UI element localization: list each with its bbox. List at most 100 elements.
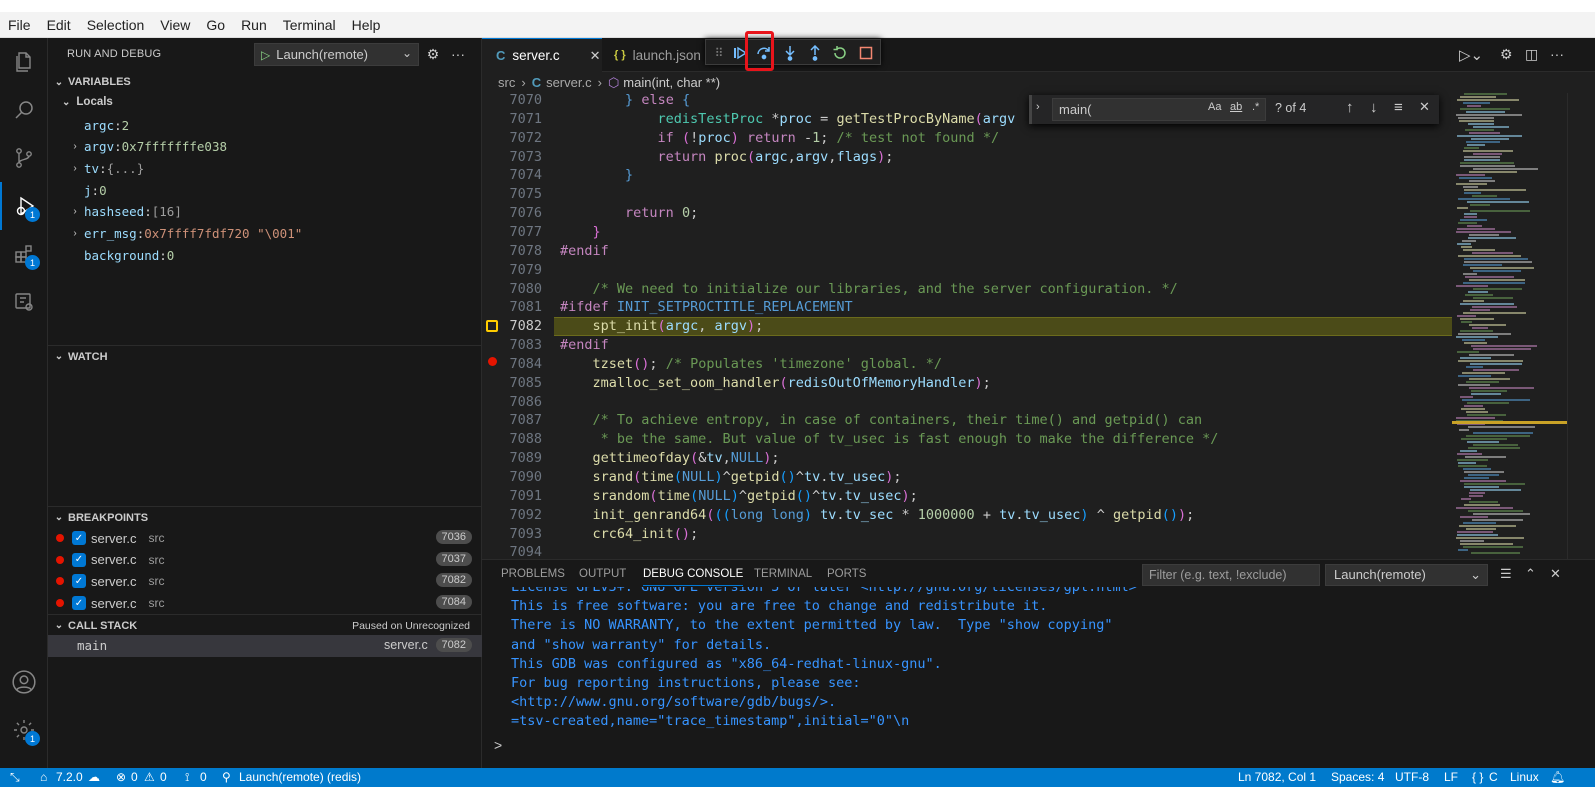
editor-scrollbar[interactable]: [1567, 93, 1581, 559]
breakpoint-item[interactable]: ✓ server.c src 7037: [48, 549, 482, 571]
restart-icon[interactable]: [830, 43, 850, 63]
breakpoint-checkbox[interactable]: ✓: [72, 596, 86, 611]
breadcrumb-file[interactable]: server.c: [546, 75, 592, 90]
more-actions-icon[interactable]: ···: [449, 45, 467, 63]
tab-ports[interactable]: PORTS: [827, 568, 866, 580]
breakpoint-item[interactable]: ✓ server.c src 7082: [48, 570, 482, 592]
language-mode[interactable]: C: [1489, 770, 1498, 784]
menu-view[interactable]: View: [152, 17, 198, 33]
line-ending[interactable]: LF: [1444, 770, 1458, 784]
menu-terminal[interactable]: Terminal: [275, 17, 344, 33]
tab-problems[interactable]: PROBLEMS: [501, 568, 565, 580]
breakpoint-item[interactable]: ✓ server.c src 7084: [48, 592, 482, 614]
debug-launch-label[interactable]: Launch(remote) (redis): [239, 770, 361, 784]
indentation[interactable]: Spaces: 4: [1331, 770, 1384, 784]
console-prompt-icon[interactable]: >: [494, 737, 502, 753]
step-out-icon[interactable]: [805, 43, 825, 63]
variable-argc[interactable]: argc: 2: [48, 114, 482, 136]
close-icon[interactable]: ✕: [1419, 99, 1430, 115]
minimap-line: [1473, 297, 1513, 299]
breadcrumb-symbol[interactable]: main(int, char **): [623, 75, 720, 90]
breakpoint-checkbox[interactable]: ✓: [72, 552, 86, 567]
minimap-line: [1457, 99, 1519, 101]
ports-count[interactable]: 0: [200, 770, 207, 784]
warning-count[interactable]: 0: [160, 770, 167, 784]
menu-go[interactable]: Go: [198, 17, 233, 33]
locals-scope[interactable]: ⌄ Locals: [62, 96, 113, 108]
minimap-line: [1458, 255, 1521, 257]
variables-section-header[interactable]: ⌄ VARIABLES: [48, 71, 482, 93]
next-match-arrow-down-icon[interactable]: ↓: [1370, 99, 1378, 116]
previous-match-arrow-up-icon[interactable]: ↑: [1346, 99, 1354, 116]
tab-output[interactable]: OUTPUT: [579, 568, 626, 580]
find-in-selection-icon[interactable]: ≡: [1394, 99, 1403, 116]
menu-help[interactable]: Help: [344, 17, 389, 33]
drag-handle-icon[interactable]: ⠿: [709, 43, 729, 63]
remote-explorer-icon[interactable]: [0, 278, 48, 326]
variable-argv[interactable]: › argv: 0x7fffffffe038: [48, 136, 482, 158]
notifications-bell-icon[interactable]: 🔔︎: [1550, 770, 1565, 784]
run-debug-icon[interactable]: 1: [0, 182, 48, 230]
clear-console-icon[interactable]: ☰: [1500, 566, 1512, 582]
callstack-section-header[interactable]: ⌄ CALL STACK Paused on Unrecognized: [48, 614, 482, 636]
search-icon[interactable]: [0, 86, 48, 134]
code-text: init_genrand64(((long long) tv.tv_sec * …: [592, 506, 1195, 523]
minimap-line: [1470, 309, 1490, 311]
variable-tv[interactable]: › tv: {...}: [48, 157, 482, 179]
minimap-line: [1468, 291, 1488, 293]
menu-run[interactable]: Run: [233, 17, 275, 33]
tab-server-c[interactable]: C server.c ✕: [482, 38, 602, 72]
tab-debug-console[interactable]: DEBUG CONSOLE: [643, 568, 744, 586]
whole-word-toggle[interactable]: ab: [1230, 101, 1242, 113]
source-control-icon[interactable]: [0, 134, 48, 182]
account-icon[interactable]: [0, 658, 48, 706]
version-label[interactable]: 7.2.0: [56, 770, 83, 784]
breakpoints-section-header[interactable]: ⌄ BREAKPOINTS: [48, 506, 482, 528]
manage-gear-icon[interactable]: 1: [0, 706, 48, 754]
close-icon[interactable]: ✕: [590, 48, 601, 64]
variable-err_msg[interactable]: › err_msg: 0x7ffff7fdf720 "\001": [48, 223, 482, 245]
console-session-select[interactable]: Launch(remote) ⌄: [1325, 564, 1488, 586]
code-editor[interactable]: 7070 } else {7071 redisTestProc *proc = …: [482, 93, 1595, 559]
maximize-panel-icon[interactable]: ⌃: [1525, 566, 1536, 582]
close-icon[interactable]: ✕: [1550, 566, 1561, 582]
regex-toggle[interactable]: .*: [1252, 101, 1259, 113]
run-split-icon[interactable]: ▷⌄: [1459, 46, 1483, 64]
open-launch-json-gear-icon[interactable]: ⚙: [424, 45, 442, 63]
menu-selection[interactable]: Selection: [79, 17, 153, 33]
encoding[interactable]: UTF-8: [1395, 770, 1429, 784]
gear-icon[interactable]: ⚙: [1500, 46, 1513, 63]
more-actions-icon[interactable]: ···: [1550, 46, 1564, 62]
sync-icon[interactable]: ☁: [88, 770, 100, 784]
minimap[interactable]: [1452, 93, 1567, 559]
menu-edit[interactable]: Edit: [39, 17, 79, 33]
launch-config-select[interactable]: ▷ Launch(remote) ⌄: [254, 43, 419, 66]
callstack-frame[interactable]: main server.c 7082: [48, 635, 482, 657]
explorer-icon[interactable]: [0, 38, 48, 86]
debug-badge: 1: [25, 207, 40, 222]
breakpoint-checkbox[interactable]: ✓: [72, 531, 86, 545]
split-editor-icon[interactable]: ◫: [1525, 46, 1538, 63]
extensions-icon[interactable]: 1: [0, 230, 48, 278]
breadcrumb-src[interactable]: src: [498, 75, 515, 90]
remote-icon[interactable]: ⤡: [10, 770, 20, 785]
console-filter-input[interactable]: Filter (e.g. text, !exclude): [1142, 564, 1320, 586]
menu-file[interactable]: File: [0, 17, 39, 33]
cursor-position[interactable]: Ln 7082, Col 1: [1238, 770, 1316, 784]
start-debug-icon[interactable]: ▷: [261, 48, 270, 62]
variable-j[interactable]: j: 0: [48, 179, 482, 201]
breakpoint-checkbox[interactable]: ✓: [72, 574, 86, 589]
variable-hashseed[interactable]: › hashseed: [16]: [48, 201, 482, 223]
chevron-right-icon[interactable]: ›: [1036, 101, 1040, 113]
minimap-line: [1463, 249, 1495, 251]
variable-background[interactable]: background: 0: [48, 244, 482, 266]
step-into-icon[interactable]: [780, 43, 800, 63]
breakpoint-item[interactable]: ✓ server.c src 7036: [48, 527, 482, 549]
match-case-toggle[interactable]: Aa: [1208, 101, 1221, 113]
stop-icon[interactable]: [856, 43, 876, 63]
tab-terminal[interactable]: TERMINAL: [754, 568, 812, 580]
os-label[interactable]: Linux: [1510, 770, 1539, 784]
tab-launch-json[interactable]: { } launch.json: [602, 38, 712, 72]
error-count[interactable]: 0: [131, 770, 138, 784]
watch-section-header[interactable]: ⌄ WATCH: [48, 345, 482, 367]
